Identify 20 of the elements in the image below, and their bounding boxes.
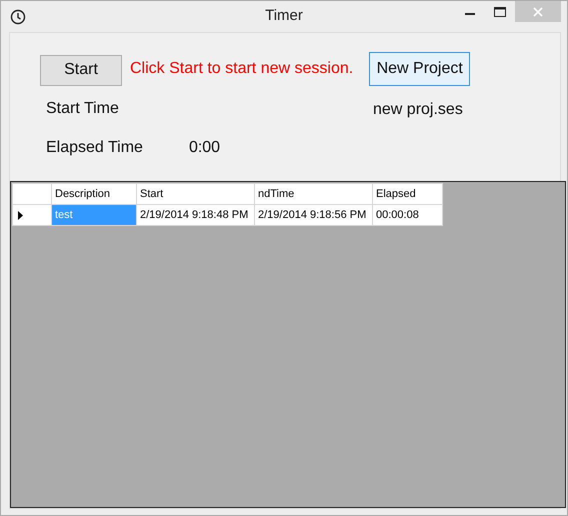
- table-cell[interactable]: 00:00:08: [372, 204, 442, 226]
- column-header[interactable]: ndTime: [254, 184, 372, 204]
- clock-icon: [10, 8, 26, 24]
- start-button[interactable]: Start: [40, 54, 122, 86]
- column-header[interactable]: Elapsed: [372, 184, 442, 204]
- table-cell[interactable]: 2/19/2014 9:18:56 PM: [254, 204, 372, 226]
- elapsed-time-value: 0:00: [188, 139, 220, 157]
- row-header[interactable]: [12, 204, 52, 226]
- status-message: Click Start to start new session.: [130, 60, 354, 78]
- start-time-label: Start Time: [46, 100, 119, 117]
- project-file-label: new proj.ses: [373, 101, 463, 119]
- maximize-icon: [494, 7, 506, 17]
- window-title: Timer: [265, 7, 303, 24]
- column-header[interactable]: Description: [52, 184, 136, 204]
- column-header[interactable]: Start: [136, 184, 254, 204]
- row-header-corner: [12, 184, 52, 204]
- elapsed-time-label: Elapsed Time: [46, 139, 143, 157]
- new-project-button[interactable]: New Project: [369, 52, 470, 86]
- table-cell[interactable]: 2/19/2014 9:18:48 PM: [136, 204, 254, 226]
- close-icon: [533, 6, 543, 16]
